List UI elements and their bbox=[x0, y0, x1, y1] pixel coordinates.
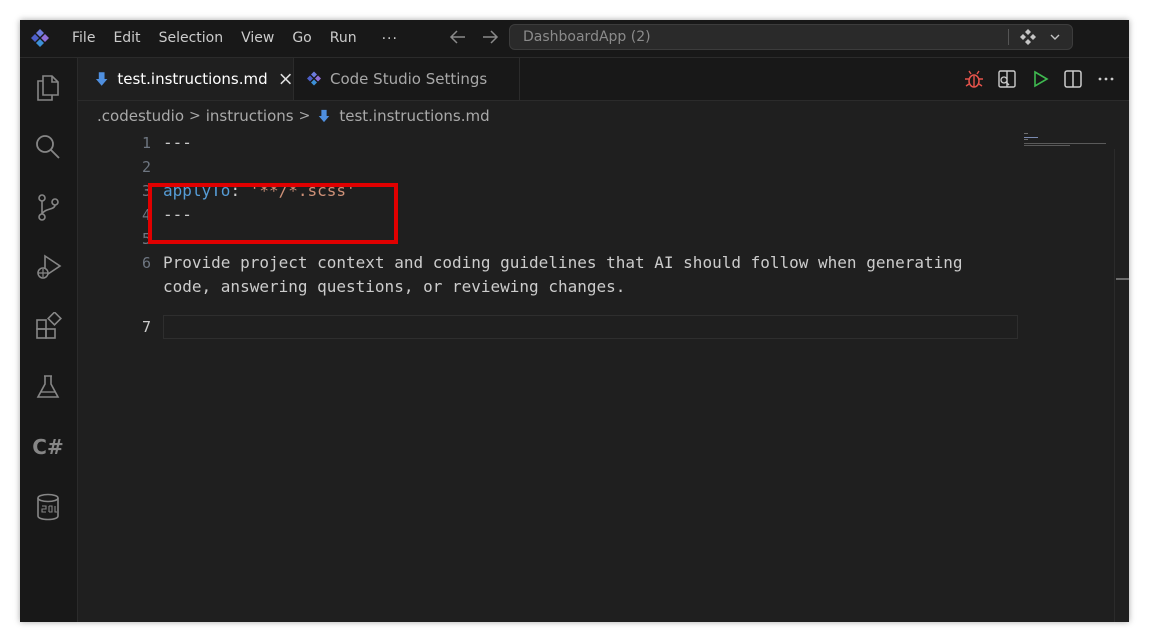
sql-database-icon[interactable] bbox=[33, 492, 63, 522]
run-icon[interactable] bbox=[1029, 68, 1051, 90]
minimap-line bbox=[1024, 137, 1038, 138]
menu-edit[interactable]: Edit bbox=[104, 20, 149, 57]
line-number: 1 bbox=[141, 134, 151, 152]
tab-label: test.instructions.md bbox=[117, 70, 268, 88]
explorer-files-icon[interactable] bbox=[33, 72, 63, 102]
tab-test-instructions[interactable]: test.instructions.md bbox=[78, 58, 294, 100]
markdown-arrow-icon bbox=[95, 72, 108, 86]
activity-bar: C# bbox=[20, 58, 78, 622]
tab-label: Code Studio Settings bbox=[330, 70, 488, 88]
testing-flask-icon[interactable] bbox=[33, 372, 63, 402]
line-number: 6 bbox=[141, 254, 151, 272]
line-number: 5 bbox=[141, 230, 151, 248]
extensions-icon[interactable] bbox=[33, 312, 63, 342]
app-logo-icon bbox=[31, 29, 49, 47]
csharp-icon[interactable]: C# bbox=[28, 435, 68, 459]
minimap-line bbox=[1024, 139, 1028, 140]
chevron-down-icon[interactable] bbox=[1048, 30, 1062, 44]
breadcrumb-instructions[interactable]: instructions bbox=[206, 107, 294, 125]
code-editor[interactable]: 1 2 3 4 5 6 7 --- applyTo: '**/*.scss' -… bbox=[78, 131, 1129, 622]
search-icon[interactable] bbox=[33, 132, 63, 162]
line-number: 3 bbox=[141, 182, 151, 200]
command-center-label: DashboardApp (2) bbox=[523, 29, 651, 45]
minimap-line bbox=[1024, 145, 1070, 146]
menu-selection[interactable]: Selection bbox=[150, 20, 233, 57]
line-number: 4 bbox=[141, 206, 151, 224]
tab-bar: test.instructions.md Code Studio Setting… bbox=[78, 58, 1129, 101]
breadcrumb-separator: > bbox=[298, 108, 311, 124]
bug-icon[interactable] bbox=[963, 68, 985, 90]
forward-arrow-icon[interactable] bbox=[479, 26, 501, 48]
minimap-line bbox=[1024, 143, 1106, 144]
editor-window: File Edit Selection View Go Run ··· Dash… bbox=[20, 20, 1129, 622]
editor-actions bbox=[963, 68, 1117, 90]
minimap[interactable] bbox=[1022, 131, 1114, 171]
breadcrumb-separator: > bbox=[189, 108, 201, 124]
line-number-current: 7 bbox=[141, 318, 151, 336]
menu-file[interactable]: File bbox=[63, 20, 104, 57]
scroll-position-marker bbox=[1116, 278, 1129, 280]
code-line-1: --- bbox=[163, 133, 192, 152]
open-preview-icon[interactable] bbox=[996, 68, 1018, 90]
close-icon[interactable] bbox=[278, 71, 293, 87]
title-bar: File Edit Selection View Go Run ··· Dash… bbox=[20, 20, 1129, 58]
minimap-line bbox=[1024, 133, 1028, 134]
source-control-icon[interactable] bbox=[33, 192, 63, 222]
command-center-search[interactable]: DashboardApp (2) bbox=[509, 24, 1073, 50]
menu-run[interactable]: Run bbox=[321, 20, 366, 57]
breadcrumb: .codestudio > instructions > test.instru… bbox=[78, 101, 1097, 131]
split-editor-icon[interactable] bbox=[1062, 68, 1084, 90]
menu-go[interactable]: Go bbox=[283, 20, 320, 57]
breadcrumb-file[interactable]: test.instructions.md bbox=[339, 107, 489, 125]
red-annotation-box bbox=[148, 183, 398, 244]
tab-code-studio-settings[interactable]: Code Studio Settings bbox=[294, 58, 520, 100]
menu-more-button[interactable]: ··· bbox=[366, 24, 410, 54]
line-number: 2 bbox=[141, 158, 151, 176]
markdown-arrow-icon bbox=[319, 109, 330, 123]
code-line-6-wrap: code, answering questions, or reviewing … bbox=[163, 277, 626, 296]
menu-bar: File Edit Selection View Go Run ··· bbox=[63, 20, 410, 57]
vertical-scrollbar[interactable] bbox=[1114, 149, 1129, 622]
current-line-highlight[interactable] bbox=[163, 315, 1018, 339]
breadcrumb-codestudio[interactable]: .codestudio bbox=[97, 107, 184, 125]
run-debug-icon[interactable] bbox=[33, 252, 63, 282]
more-actions-icon[interactable] bbox=[1095, 68, 1117, 90]
code-line-6: Provide project context and coding guide… bbox=[163, 253, 963, 272]
command-center-divider bbox=[1008, 29, 1009, 45]
ai-sparkle-icon[interactable] bbox=[1018, 27, 1038, 47]
back-arrow-icon[interactable] bbox=[447, 26, 469, 48]
menu-view[interactable]: View bbox=[232, 20, 283, 57]
settings-logo-icon bbox=[307, 71, 321, 86]
